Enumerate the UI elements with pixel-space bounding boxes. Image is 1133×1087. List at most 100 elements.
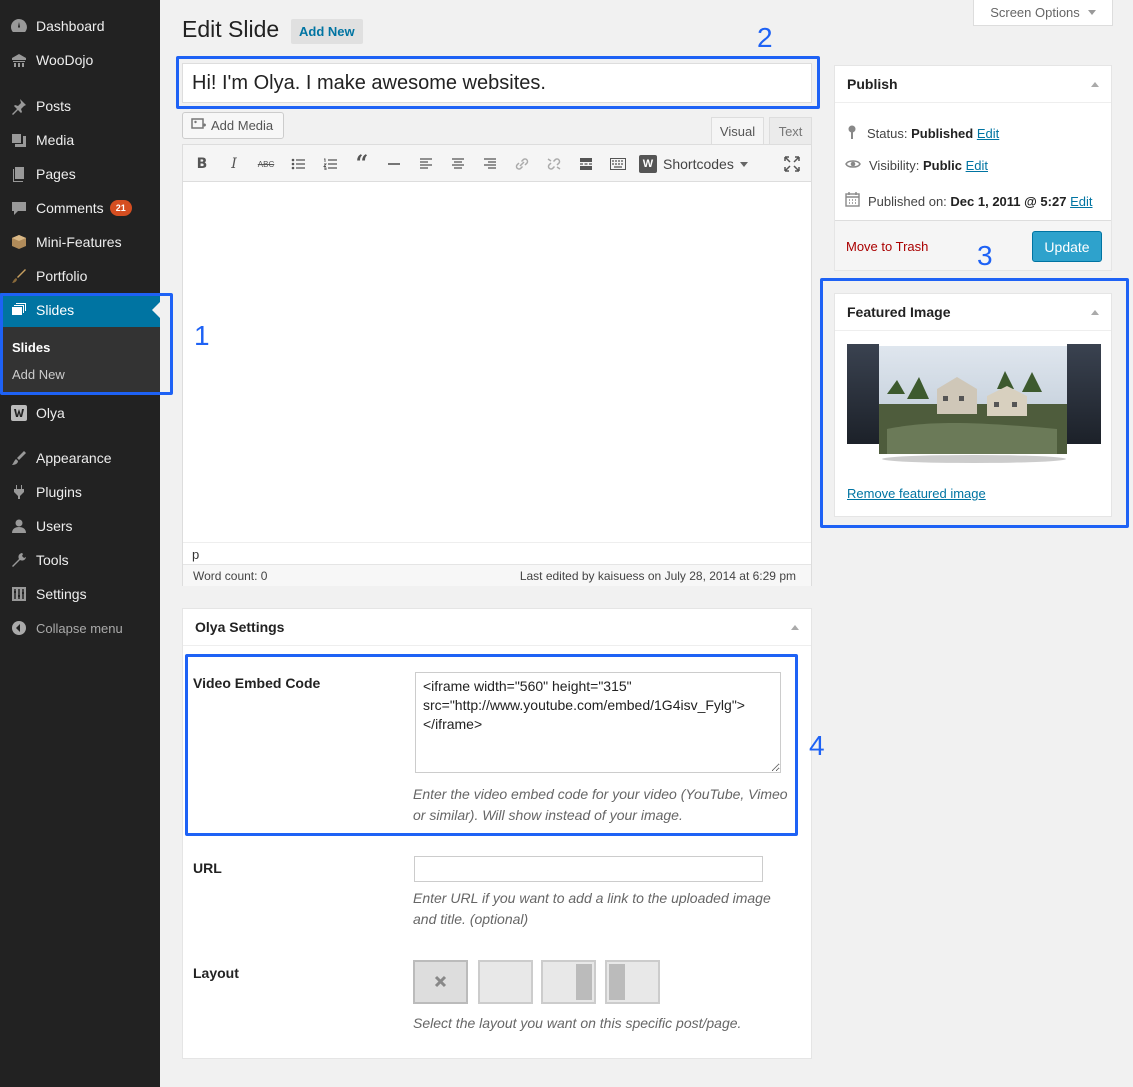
layout-option-right-sidebar[interactable] bbox=[541, 960, 596, 1004]
visibility-value: Public bbox=[922, 158, 962, 173]
annotation-number-3: 3 bbox=[977, 240, 993, 271]
menu-olya[interactable]: Olya bbox=[0, 396, 160, 430]
annotation-number-1: 1 bbox=[194, 320, 210, 351]
last-edited: Last edited by kaisuess on July 28, 2014… bbox=[519, 568, 796, 583]
menu-label: Dashboard bbox=[36, 18, 105, 34]
blockquote-icon[interactable]: “ bbox=[351, 151, 373, 177]
fullscreen-icon[interactable] bbox=[781, 153, 803, 175]
olya-settings-header[interactable]: Olya Settings bbox=[183, 609, 811, 646]
appearance-icon bbox=[9, 449, 29, 467]
status-value: Published bbox=[911, 126, 974, 141]
published-on-row: Published on: Dec 1, 2011 @ 5:27 Edit bbox=[845, 192, 1092, 210]
edit-status-link[interactable]: Edit bbox=[977, 126, 999, 141]
publish-actions: Move to Trash Update bbox=[835, 220, 1111, 270]
menu-dashboard[interactable]: Dashboard bbox=[0, 9, 160, 43]
screen-options-button[interactable]: Screen Options bbox=[973, 0, 1113, 26]
pin-icon bbox=[845, 124, 859, 143]
collapse-toggle-icon[interactable] bbox=[1091, 309, 1099, 315]
featured-image-thumbnail[interactable] bbox=[847, 344, 1101, 464]
menu-pages[interactable]: Pages bbox=[0, 157, 160, 191]
move-to-trash-link[interactable]: Move to Trash bbox=[846, 239, 928, 254]
url-input[interactable] bbox=[414, 856, 763, 882]
menu-media[interactable]: Media bbox=[0, 123, 160, 157]
dashboard-icon bbox=[9, 17, 29, 35]
menu-slides[interactable]: Slides bbox=[0, 293, 160, 327]
read-more-icon[interactable] bbox=[575, 153, 597, 175]
align-center-icon[interactable] bbox=[447, 153, 469, 175]
collapse-menu-button[interactable]: Collapse menu bbox=[0, 611, 160, 645]
layout-option-full-width[interactable] bbox=[478, 960, 533, 1004]
menu-tools[interactable]: Tools bbox=[0, 543, 160, 577]
numbered-list-icon[interactable] bbox=[319, 153, 341, 175]
featured-image-header[interactable]: Featured Image bbox=[835, 294, 1111, 331]
add-new-button[interactable]: Add New bbox=[291, 19, 363, 44]
menu-label: WooDojo bbox=[36, 52, 94, 68]
featured-image-box: Featured Image Remove featured image bbox=[834, 293, 1112, 517]
align-left-icon[interactable] bbox=[415, 153, 437, 175]
update-button[interactable]: Update bbox=[1032, 231, 1102, 262]
submenu-add-new[interactable]: Add New bbox=[12, 367, 65, 382]
users-icon bbox=[9, 517, 29, 535]
edit-date-link[interactable]: Edit bbox=[1070, 194, 1092, 209]
collapse-toggle-icon[interactable] bbox=[1091, 81, 1099, 87]
caret-down-icon bbox=[739, 161, 748, 167]
add-media-button[interactable]: Add Media bbox=[182, 112, 284, 139]
publish-box: Publish Status: Published Edit Visibilit… bbox=[834, 65, 1112, 271]
editor-content-area[interactable] bbox=[183, 182, 811, 542]
strikethrough-icon[interactable]: ABC bbox=[255, 153, 277, 175]
menu-comments[interactable]: Comments 21 bbox=[0, 191, 160, 225]
woodojo-icon bbox=[9, 51, 29, 69]
submenu-slides[interactable]: Slides bbox=[12, 340, 50, 355]
tab-text[interactable]: Text bbox=[769, 117, 812, 144]
collapse-toggle-icon[interactable] bbox=[791, 624, 799, 630]
menu-label: Posts bbox=[36, 98, 72, 114]
word-count: Word count: 0 bbox=[193, 568, 268, 583]
comment-icon bbox=[9, 199, 29, 217]
collapse-label: Collapse menu bbox=[36, 620, 123, 636]
menu-posts[interactable]: Posts bbox=[0, 89, 160, 123]
shortcodes-dropdown[interactable]: W Shortcodes bbox=[639, 152, 748, 176]
element-path: p bbox=[183, 542, 811, 564]
menu-settings[interactable]: Settings bbox=[0, 577, 160, 611]
remove-featured-image-link[interactable]: Remove featured image bbox=[847, 486, 986, 501]
align-right-icon[interactable] bbox=[479, 153, 501, 175]
editor-toolbar: B I ABC “ W Shortcodes bbox=[183, 145, 811, 182]
menu-users[interactable]: Users bbox=[0, 509, 160, 543]
link-icon[interactable] bbox=[511, 153, 533, 175]
edit-visibility-link[interactable]: Edit bbox=[966, 158, 988, 173]
menu-label: Tools bbox=[36, 552, 69, 568]
media-icon bbox=[9, 131, 29, 149]
featured-image-title: Featured Image bbox=[847, 304, 951, 320]
menu-mini-features[interactable]: Mini-Features bbox=[0, 225, 160, 259]
italic-icon[interactable]: I bbox=[223, 153, 245, 175]
post-title-input[interactable] bbox=[182, 63, 812, 103]
editor-status-bar: Word count: 0 Last edited by kaisuess on… bbox=[183, 564, 811, 586]
menu-portfolio[interactable]: Portfolio bbox=[0, 259, 160, 293]
video-embed-textarea[interactable]: <iframe width="560" height="315" src="ht… bbox=[415, 672, 781, 773]
tab-visual[interactable]: Visual bbox=[711, 117, 764, 144]
slides-submenu: Slides Add New bbox=[0, 327, 160, 393]
collapse-icon bbox=[9, 620, 29, 636]
menu-label: Appearance bbox=[36, 450, 112, 466]
published-label: Published on: bbox=[868, 193, 947, 209]
layout-description: Select the layout you want on this speci… bbox=[413, 1015, 742, 1031]
horizontal-line-icon[interactable] bbox=[383, 153, 405, 175]
url-label: URL bbox=[193, 860, 222, 876]
screen-options-label: Screen Options bbox=[990, 5, 1080, 20]
slides-icon bbox=[9, 301, 29, 319]
bullet-list-icon[interactable] bbox=[287, 153, 309, 175]
unlink-icon[interactable] bbox=[543, 153, 565, 175]
page-title: Edit Slide bbox=[182, 16, 280, 42]
layout-option-default[interactable] bbox=[413, 960, 468, 1004]
box-icon bbox=[9, 233, 29, 251]
current-menu-arrow bbox=[152, 302, 160, 318]
publish-header[interactable]: Publish bbox=[835, 66, 1111, 103]
menu-label: Olya bbox=[36, 405, 65, 421]
menu-appearance[interactable]: Appearance bbox=[0, 441, 160, 475]
menu-woodojo[interactable]: WooDojo bbox=[0, 43, 160, 77]
bold-icon[interactable]: B bbox=[191, 153, 213, 175]
toolbar-toggle-icon[interactable] bbox=[607, 153, 629, 175]
menu-label: Mini-Features bbox=[36, 234, 122, 250]
layout-option-left-sidebar[interactable] bbox=[605, 960, 660, 1004]
menu-plugins[interactable]: Plugins bbox=[0, 475, 160, 509]
